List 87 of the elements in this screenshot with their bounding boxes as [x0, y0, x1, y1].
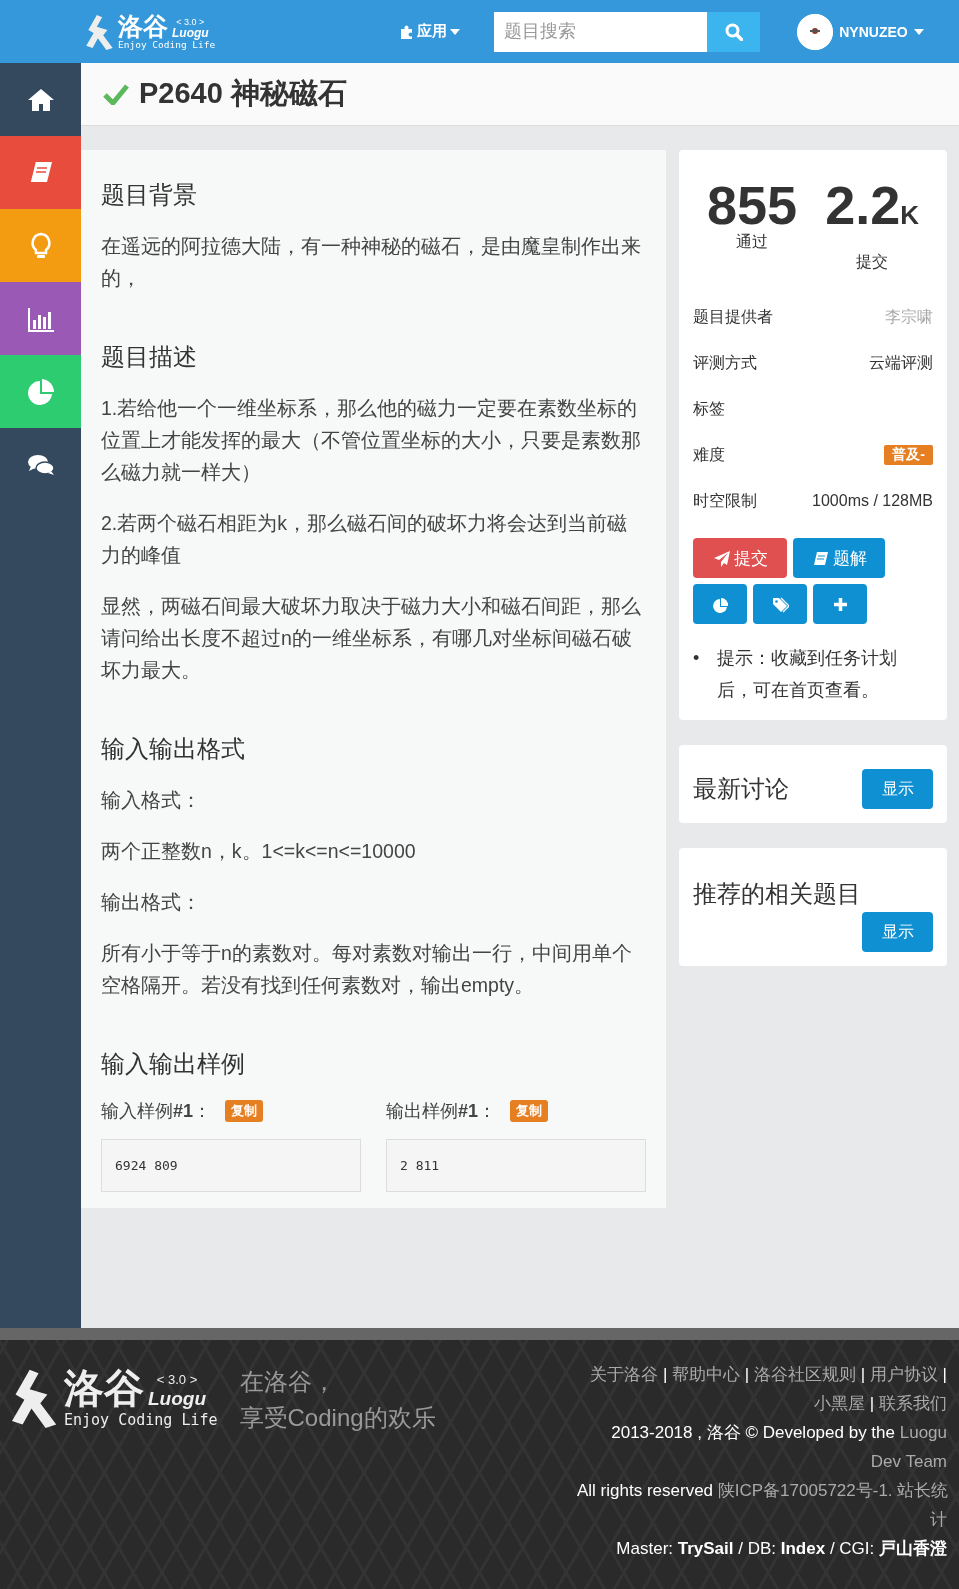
- info-label: 评测方式: [693, 352, 757, 373]
- footer-link[interactable]: 用户协议: [869, 1365, 938, 1384]
- sample-data: 2 811: [386, 1139, 646, 1192]
- section-heading: 输入输出样例: [101, 1049, 246, 1079]
- puzzle-icon: [400, 24, 415, 39]
- info-label: 时空限制: [693, 490, 757, 511]
- apps-menu[interactable]: 应用: [417, 22, 448, 41]
- section-heading: 输入输出格式: [101, 734, 246, 764]
- book-icon: [811, 549, 829, 567]
- paragraph: 2.若两个磁石相距为k，那么磁石间的破坏力将会达到当前磁力的峰值: [101, 511, 628, 568]
- section-heading: 题目背景: [101, 180, 198, 210]
- tags-icon: [771, 595, 789, 613]
- search-button[interactable]: [707, 11, 761, 52]
- count-unit: K: [900, 200, 919, 230]
- solution-button[interactable]: 题解: [793, 538, 885, 578]
- pie-chart-icon: [25, 376, 56, 407]
- info-value: 云端评测: [869, 352, 933, 373]
- footer-link[interactable]: 帮助中心: [672, 1365, 741, 1384]
- tip-text: 提示：收藏到任务计划后，可在首页查看。: [717, 647, 899, 702]
- logo-slogan: Enjoy Coding Life: [118, 39, 216, 50]
- footer-text: 2013-2018 , 洛谷 © Developed by the: [611, 1423, 896, 1442]
- logo-subtitle: Luogu: [172, 27, 209, 39]
- paragraph: 所有小于等于n的素数对。每对素数对输出一行，中间用单个空格隔开。若没有找到任何素数对，输出empty。: [101, 941, 633, 998]
- pie-chart-icon: [711, 595, 729, 613]
- info-label: 题目提供者: [693, 306, 773, 327]
- search-field[interactable]: 题目搜索: [494, 11, 708, 52]
- footer-text: |: [661, 1365, 669, 1384]
- tagline-text: 在洛谷，: [239, 1367, 337, 1397]
- section-heading: 题目描述: [101, 342, 198, 372]
- show-button[interactable]: 显示: [862, 912, 933, 952]
- username[interactable]: NYNUZEO: [839, 23, 908, 40]
- version-label: < 3.0 >: [176, 18, 205, 27]
- sample-label: 输出样例#1：: [386, 1100, 497, 1123]
- info-label: 难度: [693, 444, 725, 465]
- add-button[interactable]: [813, 584, 867, 624]
- stat-label: 通过: [736, 232, 769, 252]
- footer-link[interactable]: 联系我们: [879, 1394, 947, 1413]
- footer-text: |: [868, 1394, 876, 1413]
- paragraph: 两个正整数n，k。1<=k<=n<=10000: [101, 839, 417, 864]
- logo-text: 洛谷: [64, 1366, 144, 1410]
- accepted-count: 855: [707, 178, 798, 232]
- footer-link[interactable]: 洛谷社区规则: [754, 1365, 856, 1384]
- logo-slogan: Enjoy Coding Life: [64, 1410, 218, 1430]
- page-title: P2640 神秘磁石: [139, 76, 347, 111]
- panel-title: 最新讨论: [693, 774, 789, 804]
- version-label: < 3.0 >: [156, 1372, 198, 1388]
- plus-icon: [831, 595, 849, 613]
- footer-link[interactable]: 陕ICP备17005722号-1. 站长统: [717, 1481, 949, 1500]
- stats-button[interactable]: [693, 584, 747, 624]
- submission-count: 2.2: [825, 175, 901, 235]
- paper-plane-icon: [712, 549, 730, 567]
- avatar[interactable]: [797, 13, 834, 50]
- panel-title: 推荐的相关题目: [693, 879, 861, 909]
- logo-subtitle: Luogu: [148, 1388, 207, 1410]
- footer-link[interactable]: 关于洛谷: [590, 1365, 659, 1384]
- paragraph: 1.若给他一个一维坐标系，那么他的磁力一定要在素数坐标的位置上才能发挥的最大（不管位置坐标的大小，只要是素数那么磁力就一样大）: [101, 396, 642, 485]
- bullet: •: [693, 647, 700, 670]
- paragraph: 显然，两磁石间最大破坏力取决于磁力大小和磁石间距，那么请问给出长度不超过n的一维坐标系，有哪几对坐标间磁石破坏力最大。: [101, 594, 642, 683]
- submit-button[interactable]: 提交: [693, 538, 787, 578]
- footer-text: |: [941, 1365, 947, 1384]
- paragraph: 输入格式：: [101, 788, 202, 813]
- sidebar-item[interactable]: [0, 136, 81, 209]
- footer-link[interactable]: Dev Team: [870, 1452, 947, 1471]
- paragraph: 输出格式：: [101, 890, 202, 915]
- tagline-text: 享受Coding的欢乐: [239, 1403, 436, 1433]
- info-label: 标签: [693, 398, 725, 419]
- difficulty-badge: 普及-: [884, 445, 933, 465]
- sample-data: 6924 809: [101, 1139, 361, 1192]
- sample-label: 输入样例#1：: [101, 1100, 212, 1123]
- footer-text: |: [743, 1365, 751, 1384]
- caret-icon: [913, 28, 924, 35]
- tags-button[interactable]: [753, 584, 807, 624]
- footer-link[interactable]: 计: [930, 1510, 947, 1529]
- footer-link[interactable]: 小黑屋: [814, 1394, 866, 1413]
- logo-mark-icon: [86, 13, 114, 50]
- caret-icon: [450, 28, 461, 35]
- footer-link[interactable]: Luogu: [899, 1423, 947, 1442]
- sidebar-item[interactable]: [0, 282, 81, 355]
- footer-text: |: [859, 1365, 867, 1384]
- paragraph: 在遥远的阿拉德大陆，有一种神秘的磁石，是由魔皇制作出来的，: [101, 234, 642, 291]
- logo-text: 洛谷: [118, 13, 168, 39]
- footer-text: All rights reserved: [577, 1481, 715, 1500]
- search-icon: [724, 22, 743, 41]
- show-button[interactable]: 显示: [862, 769, 933, 809]
- info-value: 1000ms / 128MB: [812, 492, 933, 510]
- footer-text: Master: TrySail / DB: Index / CGI: 戸山香澄: [616, 1539, 947, 1558]
- stat-label: 提交: [856, 252, 889, 272]
